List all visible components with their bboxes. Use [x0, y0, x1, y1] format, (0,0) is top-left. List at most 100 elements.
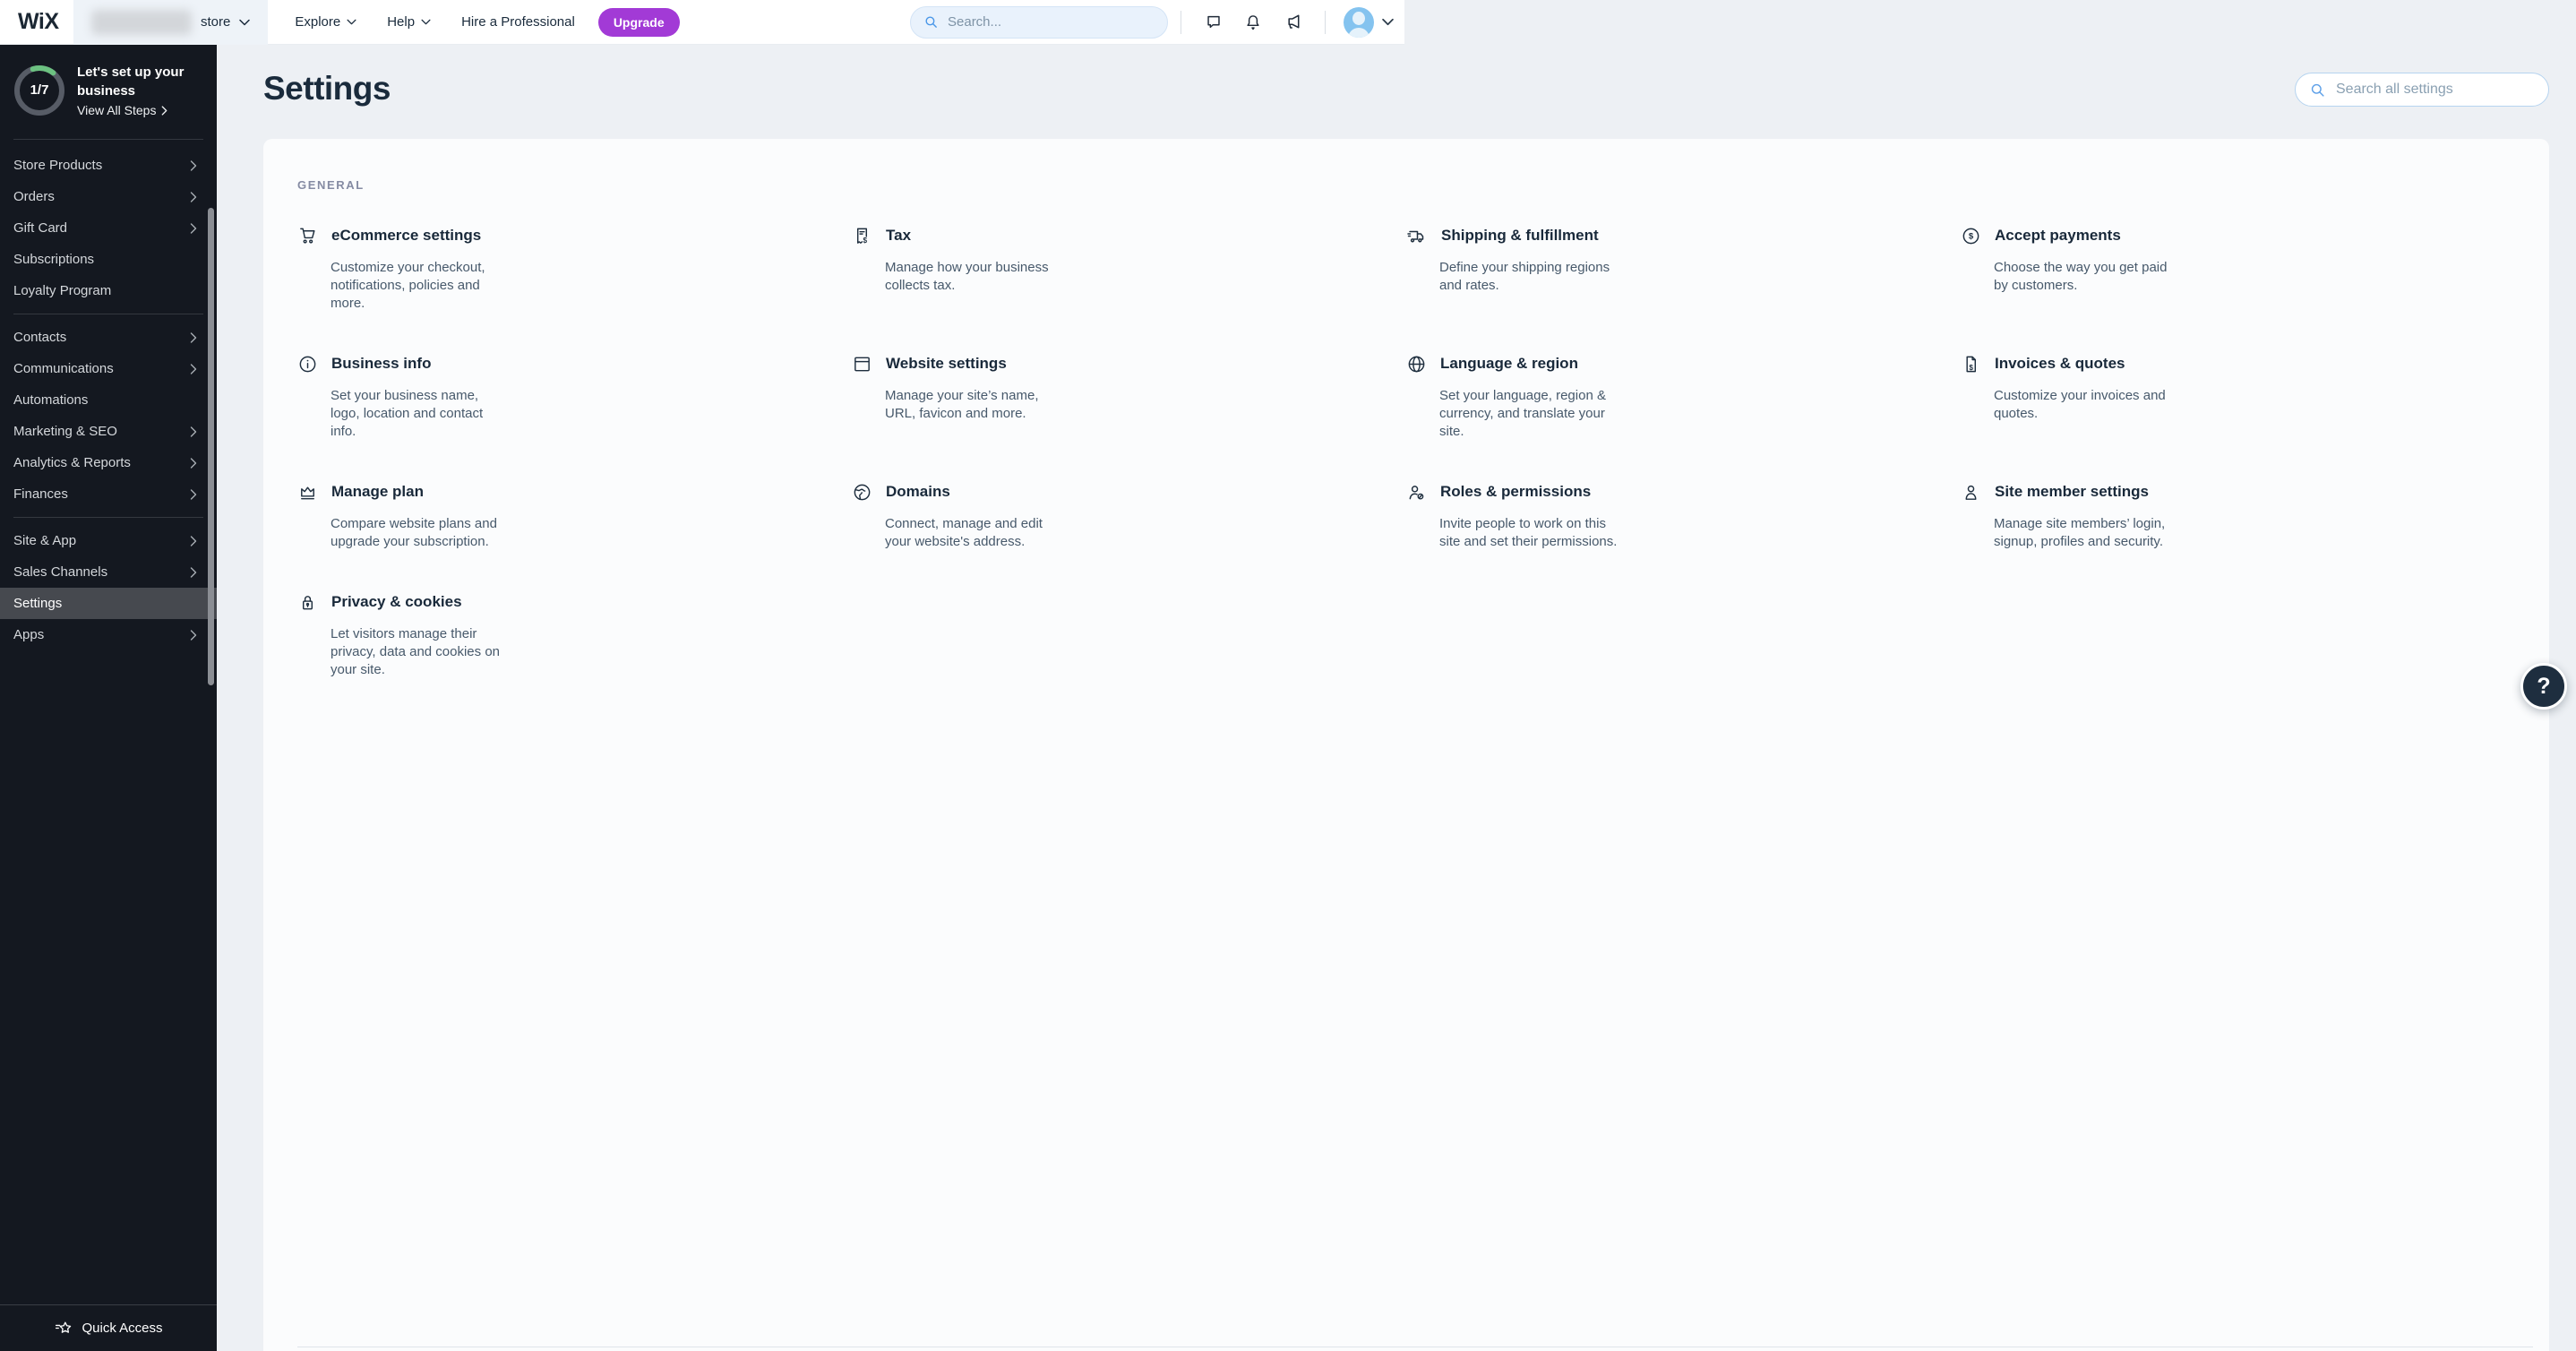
quick-access-star-icon [56, 1321, 72, 1333]
chevron-down-icon [239, 19, 251, 26]
dollar-circle-icon: $ [1961, 226, 1981, 246]
site-switcher-label: store [201, 14, 231, 30]
chevron-right-icon [190, 535, 197, 546]
chevron-right-icon [190, 159, 197, 171]
chevron-right-icon [162, 105, 167, 116]
sidebar-item-store-products[interactable]: Store Products [0, 150, 217, 181]
sidebar-item-settings[interactable]: Settings [0, 588, 217, 619]
header-right [910, 5, 1404, 39]
person-role-icon [1406, 482, 1427, 503]
chevron-right-icon [190, 457, 197, 469]
nav-hire-a-professional[interactable]: Hire a Professional [461, 14, 575, 30]
world-icon [852, 482, 872, 503]
setting-invoices-quotes[interactable]: $ Invoices & quotes Customize your invoi… [1961, 352, 2515, 441]
setting-manage-plan[interactable]: Manage plan Compare website plans and up… [297, 480, 852, 551]
help-button[interactable]: ? [2520, 663, 2567, 710]
sidebar-divider [13, 517, 203, 518]
settings-card: GENERAL eCommerce settings Customize you… [263, 139, 2549, 1351]
chevron-right-icon [190, 426, 197, 437]
setup-progress-card[interactable]: 1/7 Let's set up your business View All … [0, 45, 217, 139]
announcements-megaphone-icon[interactable] [1281, 11, 1304, 34]
sidebar: 1/7 Let's set up your business View All … [0, 45, 217, 1351]
account-chevron-down-icon[interactable] [1382, 18, 1394, 26]
chevron-right-icon [190, 191, 197, 202]
chevron-right-icon [190, 363, 197, 374]
nav-explore[interactable]: Explore [295, 14, 356, 30]
header-nav: Explore Help Hire a Professional [295, 14, 574, 30]
quick-access-label: Quick Access [82, 1321, 163, 1336]
sidebar-item-loyalty-program[interactable]: Loyalty Program [0, 275, 217, 306]
search-icon [923, 14, 939, 30]
setting-domains[interactable]: Domains Connect, manage and edit your we… [852, 480, 1406, 551]
sidebar-item-analytics-reports[interactable]: Analytics & Reports [0, 447, 217, 478]
sidebar-item-sales-channels[interactable]: Sales Channels [0, 556, 217, 588]
setting-website-settings[interactable]: Website settings Manage your site’s name… [852, 352, 1406, 441]
search-icon [2309, 82, 2326, 99]
site-name-redacted [91, 9, 192, 35]
site-switcher[interactable]: store [73, 0, 269, 45]
avatar-face [1352, 11, 1365, 25]
sidebar-item-finances[interactable]: Finances [0, 478, 217, 510]
crown-icon [297, 482, 318, 503]
view-all-steps-link[interactable]: View All Steps [77, 103, 184, 117]
lock-icon [297, 592, 318, 613]
quick-access-button[interactable]: Quick Access [0, 1304, 217, 1351]
setup-progress-ring: 1/7 [13, 65, 65, 116]
sidebar-item-gift-card[interactable]: Gift Card [0, 212, 217, 244]
sidebar-item-apps[interactable]: Apps [0, 619, 217, 650]
chevron-right-icon [190, 331, 197, 343]
settings-grid: eCommerce settings Customize your checko… [297, 224, 2515, 679]
chevron-right-icon [190, 222, 197, 234]
main-content: Settings GENERAL eCommerce settings Cus [217, 45, 2576, 1351]
cart-icon [297, 226, 318, 246]
setting-privacy-cookies[interactable]: Privacy & cookies Let visitors manage th… [297, 590, 852, 679]
settings-search-input[interactable] [2336, 82, 2533, 98]
notifications-bell-icon[interactable] [1241, 11, 1265, 34]
sidebar-item-site-app[interactable]: Site & App [0, 525, 217, 556]
chevron-right-icon [190, 488, 197, 500]
setting-language-region[interactable]: Language & region Set your language, reg… [1406, 352, 1961, 441]
setup-title-line1: Let's set up your [77, 65, 185, 80]
browser-icon [852, 354, 872, 374]
setting-accept-payments[interactable]: $ Accept payments Choose the way you get… [1961, 224, 2515, 313]
wix-logo[interactable]: WiX [18, 9, 73, 35]
sidebar-item-contacts[interactable]: Contacts [0, 322, 217, 353]
sidebar-item-marketing-seo[interactable]: Marketing & SEO [0, 416, 217, 447]
chevron-down-icon [421, 19, 431, 25]
svg-text:$: $ [863, 237, 867, 245]
header-divider [1325, 10, 1326, 34]
sidebar-item-subscriptions[interactable]: Subscriptions [0, 244, 217, 275]
setting-shipping-fulfillment[interactable]: Shipping & fulfillment Define your shipp… [1406, 224, 1961, 313]
global-search[interactable] [910, 5, 1168, 39]
global-search-input[interactable] [948, 14, 1145, 30]
settings-search[interactable] [2295, 73, 2549, 107]
invoice-icon: $ [1961, 354, 1981, 374]
chevron-right-icon [190, 629, 197, 641]
setting-tax[interactable]: $ Tax Manage how your business collects … [852, 224, 1406, 313]
sidebar-item-orders[interactable]: Orders [0, 181, 217, 212]
avatar[interactable] [1344, 6, 1374, 38]
setting-roles-permissions[interactable]: Roles & permissions Invite people to wor… [1406, 480, 1961, 551]
globe-icon [1406, 354, 1427, 374]
chevron-down-icon [347, 19, 356, 25]
upgrade-button[interactable]: Upgrade [597, 7, 680, 37]
page-title: Settings [263, 70, 391, 107]
chat-icon[interactable] [1202, 11, 1225, 34]
avatar-body [1348, 27, 1370, 38]
setup-progress-count: 1/7 [30, 82, 49, 98]
sidebar-nav: Store Products Orders Gift Card Subscrip… [0, 140, 217, 650]
receipt-icon: $ [852, 226, 872, 246]
sidebar-scrollbar[interactable] [208, 208, 214, 685]
svg-text:$: $ [1969, 231, 1974, 241]
nav-help[interactable]: Help [387, 14, 431, 30]
setup-title-line2: business [77, 83, 136, 99]
info-icon [297, 354, 318, 374]
person-icon [1961, 482, 1981, 503]
setting-ecommerce-settings[interactable]: eCommerce settings Customize your checko… [297, 224, 852, 313]
top-header: WiX store Explore Help Hire a Profession… [0, 0, 1404, 45]
setting-business-info[interactable]: Business info Set your business name, lo… [297, 352, 852, 441]
sidebar-item-communications[interactable]: Communications [0, 353, 217, 384]
setting-site-member-settings[interactable]: Site member settings Manage site members… [1961, 480, 2515, 551]
sidebar-item-automations[interactable]: Automations [0, 384, 217, 416]
section-label-general: GENERAL [297, 178, 365, 192]
